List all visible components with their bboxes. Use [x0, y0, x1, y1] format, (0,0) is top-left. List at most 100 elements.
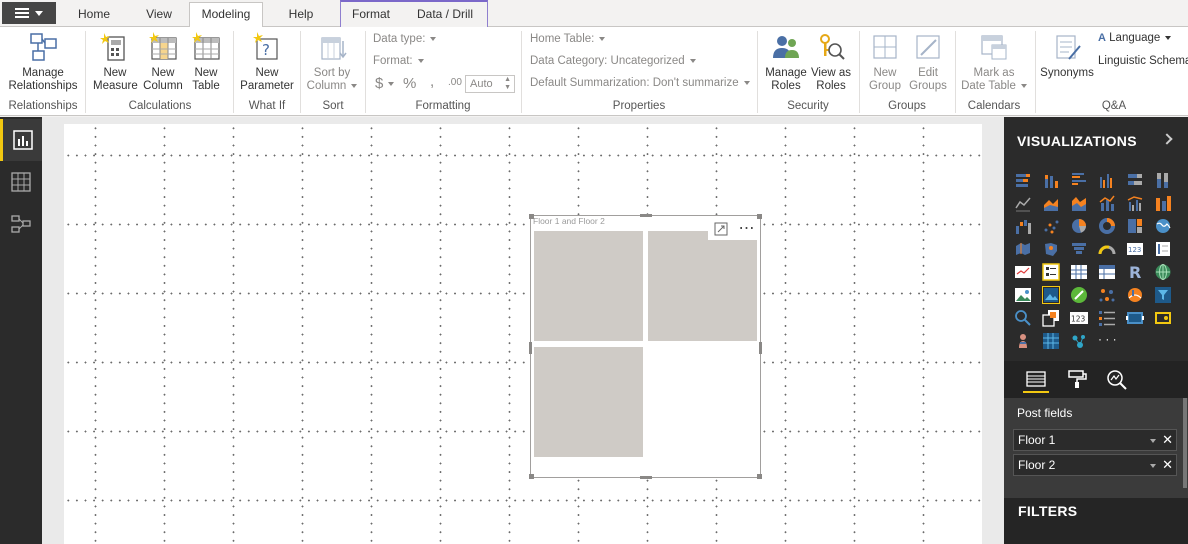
linguistic-schema-button[interactable]: Linguistic Schema — [1098, 55, 1188, 68]
custom-visual-molecule-icon[interactable] — [1070, 332, 1088, 350]
donut-chart-icon[interactable] — [1098, 217, 1116, 235]
language-dropdown[interactable]: A Language — [1098, 32, 1174, 45]
card-icon[interactable]: 123 — [1126, 240, 1144, 258]
remove-field-icon[interactable]: ✕ — [1162, 455, 1173, 475]
resize-handle[interactable] — [529, 474, 534, 479]
q-and-a-search-icon[interactable] — [1014, 309, 1032, 327]
network-visual-icon[interactable] — [1098, 286, 1116, 304]
file-menu-button[interactable] — [2, 2, 56, 24]
slicer-icon[interactable] — [1042, 263, 1060, 281]
data-type-dropdown[interactable]: Data type: — [373, 33, 437, 45]
resize-handle[interactable] — [759, 342, 762, 354]
data-view-button[interactable] — [0, 161, 42, 203]
filled-map-icon[interactable] — [1014, 240, 1032, 258]
tab-home[interactable]: Home — [70, 4, 118, 27]
ribbon-chart-icon[interactable] — [1154, 194, 1172, 212]
resize-handle[interactable] — [529, 214, 534, 219]
resize-handle[interactable] — [640, 214, 652, 217]
map-icon[interactable] — [1154, 217, 1172, 235]
fields-tab[interactable] — [1023, 367, 1049, 393]
new-table-button[interactable]: New Table — [186, 31, 226, 93]
more-options-icon[interactable]: ⋯ — [739, 221, 755, 237]
clustered-column-icon[interactable] — [1098, 171, 1116, 189]
data-category-dropdown[interactable]: Data Category: Uncategorized — [530, 55, 696, 67]
field-pill-floor-2[interactable]: Floor 2 ✕ — [1013, 454, 1177, 476]
tab-modeling[interactable]: Modeling — [189, 2, 263, 28]
stacked-area-icon[interactable] — [1070, 194, 1088, 212]
edit-groups-button[interactable]: Edit Groups — [906, 31, 950, 93]
chevron-down-icon[interactable] — [1150, 439, 1156, 443]
report-page[interactable] — [64, 124, 982, 544]
pane-scrollbar[interactable] — [1183, 398, 1187, 488]
kpi-icon[interactable] — [1014, 263, 1032, 281]
view-as-roles-button[interactable]: View as Roles — [810, 31, 852, 93]
globe-map-icon[interactable] — [1126, 286, 1144, 304]
multi-row-card-icon[interactable] — [1154, 240, 1172, 258]
decimal-places-icon[interactable]: .00 — [448, 77, 462, 88]
custom-visual-pawn-icon[interactable] — [1014, 332, 1032, 350]
new-group-button[interactable]: New Group — [864, 31, 906, 93]
synonyms-button[interactable]: Synonyms — [1040, 31, 1094, 80]
line-and-clustered-column-icon[interactable] — [1126, 194, 1144, 212]
manage-relationships-button[interactable]: Manage Relationships — [6, 31, 80, 93]
image-visual-icon[interactable] — [1014, 286, 1032, 304]
more-visuals-button[interactable]: · · · — [1098, 332, 1117, 350]
funnel-icon[interactable] — [1070, 240, 1088, 258]
shape-map-icon[interactable] — [1042, 240, 1060, 258]
report-view-button[interactable] — [0, 119, 42, 161]
custom-visual-green-icon[interactable] — [1070, 286, 1088, 304]
new-column-button[interactable]: New Column — [141, 31, 185, 93]
resize-handle[interactable] — [529, 342, 532, 354]
remove-field-icon[interactable]: ✕ — [1162, 430, 1173, 450]
resize-handle[interactable] — [640, 476, 652, 479]
decimal-places-input[interactable]: Auto ▲ ▼ — [465, 75, 515, 93]
mark-as-date-table-button[interactable]: Mark as Date Table — [958, 31, 1030, 93]
area-chart-icon[interactable] — [1042, 194, 1060, 212]
custom-visual-layers-icon[interactable] — [1042, 309, 1060, 327]
stacked-bar-icon[interactable] — [1014, 171, 1032, 189]
home-table-dropdown[interactable]: Home Table: — [530, 33, 606, 45]
r-visual-icon[interactable]: R — [1126, 263, 1144, 281]
comma-button[interactable]: , — [430, 73, 434, 90]
treemap-icon[interactable] — [1126, 217, 1144, 235]
100-stacked-bar-icon[interactable] — [1126, 171, 1144, 189]
image-tile[interactable] — [534, 231, 643, 341]
custom-visual-yellow-icon[interactable] — [1154, 309, 1172, 327]
waterfall-icon[interactable] — [1014, 217, 1032, 235]
image-grid-visual[interactable]: Floor 1 and Floor 2 ⋯ — [529, 214, 762, 479]
pie-chart-icon[interactable] — [1070, 217, 1088, 235]
percent-button[interactable]: % — [403, 75, 416, 92]
new-measure-button[interactable]: New Measure — [93, 31, 138, 93]
default-summarization-dropdown[interactable]: Default Summarization: Don't summarize — [530, 77, 750, 89]
number-card-icon[interactable]: 123 — [1070, 309, 1088, 327]
line-chart-icon[interactable] — [1014, 194, 1032, 212]
scatter-chart-icon[interactable] — [1042, 217, 1060, 235]
tab-view[interactable]: View — [135, 4, 183, 27]
tab-data-drill[interactable]: Data / Drill — [407, 4, 483, 27]
tab-help[interactable]: Help — [278, 4, 324, 27]
line-and-stacked-column-icon[interactable] — [1098, 194, 1116, 212]
gauge-icon[interactable] — [1098, 240, 1116, 258]
currency-button[interactable]: $ — [375, 75, 395, 92]
manage-roles-button[interactable]: Manage Roles — [762, 31, 810, 93]
image-tile[interactable] — [534, 347, 643, 457]
new-parameter-button[interactable]: ? New Parameter — [238, 31, 296, 93]
field-pill-floor-1[interactable]: Floor 1 ✕ — [1013, 429, 1177, 451]
list-visual-icon[interactable] — [1098, 309, 1116, 327]
arcgis-map-icon[interactable] — [1154, 263, 1172, 281]
image-grid-visual-icon[interactable] — [1042, 286, 1060, 304]
focus-mode-icon[interactable] — [714, 222, 728, 236]
format-dropdown[interactable]: Format: — [373, 55, 424, 67]
tab-format[interactable]: Format — [343, 4, 399, 27]
format-tab[interactable] — [1064, 367, 1090, 393]
collapse-pane-icon[interactable] — [1161, 133, 1173, 145]
spinner-icon[interactable]: ▲ ▼ — [504, 76, 511, 92]
resize-handle[interactable] — [757, 214, 762, 219]
sort-by-column-button[interactable]: Sort by Column — [304, 31, 360, 93]
clustered-bar-icon[interactable] — [1070, 171, 1088, 189]
matrix-icon[interactable] — [1098, 263, 1116, 281]
resize-handle[interactable] — [757, 474, 762, 479]
chevron-down-icon[interactable] — [1150, 464, 1156, 468]
custom-visual-grid-icon[interactable] — [1042, 332, 1060, 350]
funnel-filter-visual-icon[interactable] — [1154, 286, 1172, 304]
